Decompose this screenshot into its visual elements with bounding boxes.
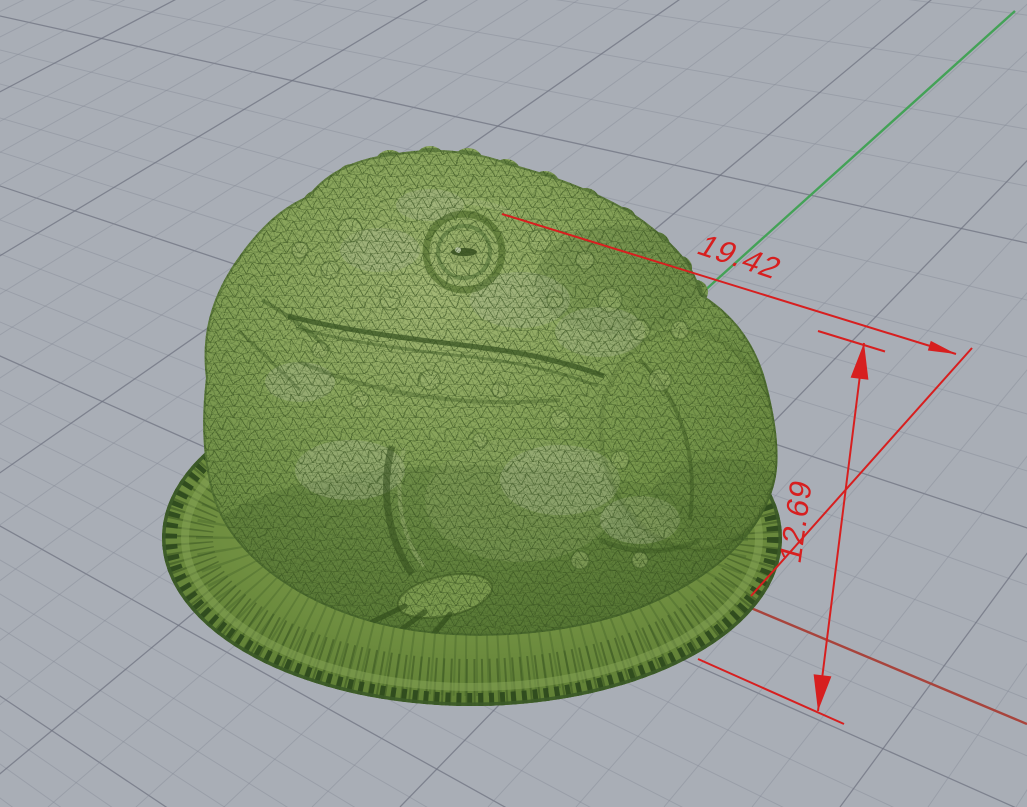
dim-height-top-witness-line (818, 331, 885, 352)
dim-height-bottom-arrowhead (814, 674, 832, 711)
dim-height-top-arrowhead (851, 343, 869, 380)
dim-height-line (818, 343, 864, 711)
x-axis-line (739, 603, 1027, 724)
dim-height-label: 12.69 (773, 475, 818, 566)
dim-width-arrowhead (928, 341, 956, 354)
viewport-canvas[interactable]: 19.42 12.69 (0, 0, 1027, 807)
perspective-viewport[interactable]: 19.42 12.69 (0, 0, 1027, 807)
toad-mesh-model[interactable] (150, 120, 830, 706)
